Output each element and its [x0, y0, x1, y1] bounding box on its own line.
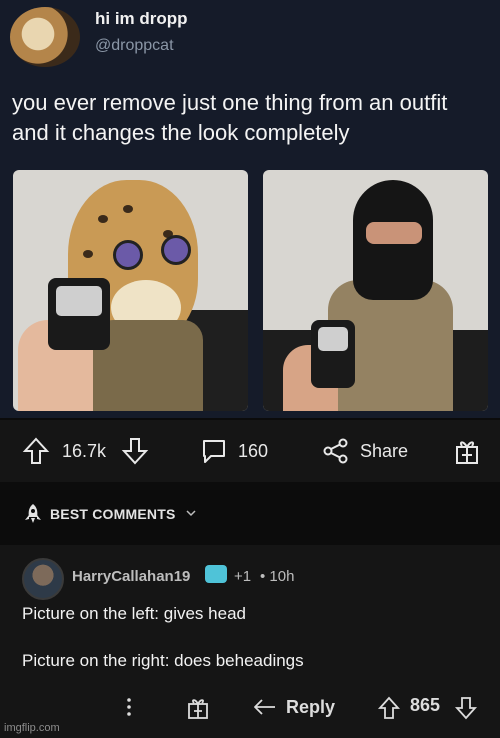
tweet-card: hi im dropp @droppcat you ever remove ju… [0, 0, 500, 418]
fursuit-eye [161, 235, 191, 265]
phone-camera [56, 286, 102, 316]
comment-upvote-button[interactable] [377, 695, 401, 721]
upvote-count: 16.7k [62, 440, 107, 461]
downvote-arrow-icon [454, 697, 478, 720]
gift-icon [456, 441, 478, 464]
upvote-arrow-icon [377, 696, 401, 719]
phone-image [48, 278, 110, 350]
comments-button[interactable]: 160 [200, 436, 268, 466]
more-vertical-icon [127, 698, 131, 716]
fur-spot [83, 250, 93, 258]
reply-arrow-icon [254, 699, 275, 715]
share-button[interactable]: Share [322, 436, 408, 466]
reply-button[interactable]: Reply [252, 695, 335, 719]
fur-spot [98, 215, 108, 223]
comment-downvote-button[interactable] [454, 695, 478, 721]
sort-label: BEST COMMENTS [50, 506, 176, 522]
comment-text-line-2: Picture on the right: does beheadings [22, 651, 304, 670]
phone-image [311, 320, 355, 388]
rocket-icon [25, 504, 41, 523]
downvote-button[interactable] [121, 436, 149, 466]
comment-actions: Reply 865 [0, 691, 500, 727]
comment-bubble-icon [203, 440, 225, 463]
tweet-photo-left[interactable] [13, 170, 248, 411]
comment-text-line-1: Picture on the left: gives head [22, 604, 246, 623]
comment-sort-bar[interactable]: BEST COMMENTS [0, 482, 500, 545]
gift-icon [188, 699, 208, 719]
watermark: imgflip.com [4, 722, 60, 734]
fursuit-eye [113, 240, 143, 270]
fur-spot [123, 205, 133, 213]
upvote-button[interactable] [22, 436, 50, 466]
share-icon [323, 438, 348, 464]
reply-label: Reply [286, 696, 336, 717]
award-badge-icon [205, 565, 227, 583]
tweet-handle[interactable]: @droppcat [95, 37, 174, 55]
commenter-avatar[interactable] [22, 558, 64, 600]
comment-award-button[interactable] [186, 695, 210, 721]
comment-username[interactable]: HarryCallahan19 [72, 568, 190, 585]
tweet-display-name[interactable]: hi im dropp [95, 9, 188, 29]
chevron-down-icon [186, 510, 196, 517]
tweet-avatar[interactable] [10, 7, 80, 67]
comment-time: • 10h [260, 568, 295, 585]
post-action-bar: 16.7k 160 Share [0, 420, 500, 482]
tweet-text: you ever remove just one thing from an o… [12, 90, 448, 145]
comment-count: 160 [238, 440, 269, 461]
downvote-arrow-icon [121, 438, 149, 465]
comment: HarryCallahan19 +1 • 10h Picture on the … [0, 545, 500, 738]
tweet-photo-right[interactable] [263, 170, 488, 411]
award-button[interactable] [453, 436, 481, 466]
more-options-button[interactable] [124, 695, 134, 719]
share-label: Share [360, 440, 409, 461]
phone-camera [318, 327, 348, 351]
comment-score: 865 [410, 695, 441, 715]
comment-karma: +1 [234, 568, 252, 585]
face-opening [366, 222, 422, 244]
upvote-arrow-icon [22, 437, 50, 464]
